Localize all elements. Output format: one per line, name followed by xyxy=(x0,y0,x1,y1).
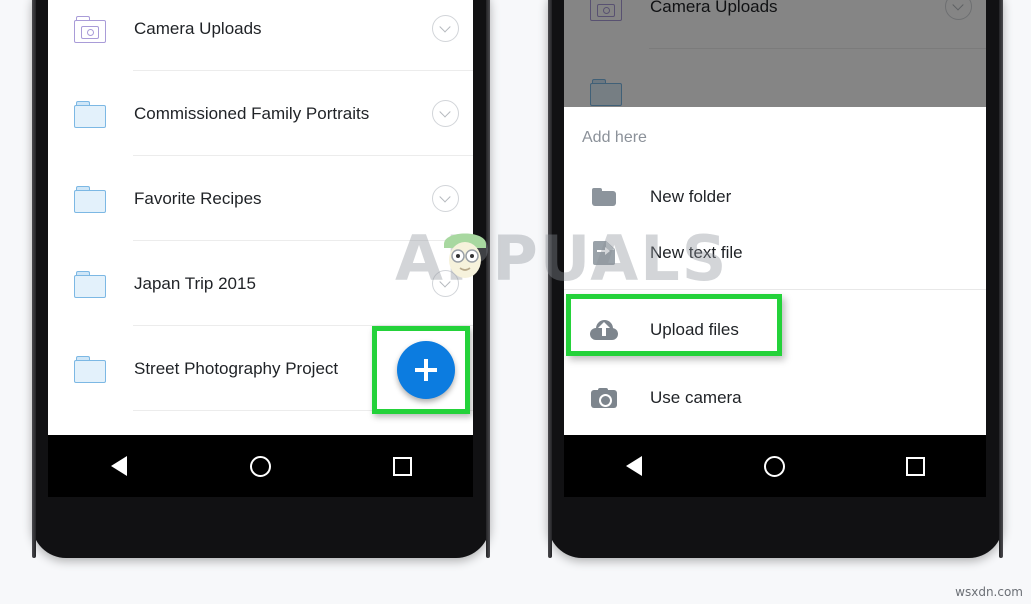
camera-folder-icon xyxy=(74,15,114,43)
add-button-highlight xyxy=(372,326,470,414)
list-item-label: Favorite Recipes xyxy=(134,188,262,208)
menu-item-label: Use camera xyxy=(650,388,742,407)
folder-icon xyxy=(74,100,114,128)
list-item[interactable]: Camera Uploads xyxy=(48,0,473,71)
folder-icon xyxy=(74,270,114,298)
cloud-upload-icon xyxy=(584,320,624,340)
phone-left: Camera Uploads Commissioned Family Portr… xyxy=(32,0,490,558)
add-button[interactable] xyxy=(397,341,455,399)
folder-icon xyxy=(74,355,114,383)
dimmed-background: Camera Uploads xyxy=(564,0,986,107)
android-navbar xyxy=(48,435,473,497)
chevron-down-icon[interactable] xyxy=(417,185,473,212)
menu-item-new-folder[interactable]: New folder xyxy=(564,169,986,225)
folder-icon xyxy=(74,185,114,213)
text-file-icon xyxy=(584,241,624,265)
folder-icon xyxy=(584,188,624,206)
phone-left-edge-left xyxy=(32,0,36,558)
back-triangle-icon xyxy=(110,456,127,476)
screenshot-stage: APPUALS Camera Uploads Commissioned Fami… xyxy=(0,0,1031,604)
sheet-title: Add here xyxy=(582,129,647,146)
phone-left-edge-right xyxy=(486,0,490,558)
list-item-label: Camera Uploads xyxy=(134,18,262,38)
list-item[interactable]: Commissioned Family Portraits xyxy=(48,71,473,156)
recents-square-icon xyxy=(906,456,926,476)
add-here-sheet: Add here New folder New text file Upload… xyxy=(564,107,986,435)
phone-right-edge-left xyxy=(548,0,552,558)
phone-left-screen: Camera Uploads Commissioned Family Portr… xyxy=(48,0,473,435)
phone-right-screen: Camera Uploads Add here New folder New t… xyxy=(564,0,986,435)
phone-right-edge-right xyxy=(999,0,1003,558)
home-circle-icon xyxy=(764,455,786,477)
menu-item-label: New folder xyxy=(650,187,732,206)
site-credit: wsxdn.com xyxy=(955,585,1023,599)
chevron-down-icon[interactable] xyxy=(417,100,473,127)
nav-back-button[interactable] xyxy=(98,445,140,487)
list-item-label: Commissioned Family Portraits xyxy=(134,103,370,123)
scrim-overlay[interactable] xyxy=(564,0,986,107)
nav-back-button[interactable] xyxy=(613,445,655,487)
menu-item-label: New text file xyxy=(650,243,743,262)
camera-icon xyxy=(584,388,624,408)
list-item-label: Japan Trip 2015 xyxy=(134,273,256,293)
nav-recents-button[interactable] xyxy=(381,445,423,487)
plus-icon xyxy=(415,359,437,381)
menu-item-upload-files[interactable]: Upload files xyxy=(564,294,986,358)
nav-home-button[interactable] xyxy=(239,445,281,487)
menu-item-new-text-file[interactable]: New text file xyxy=(564,225,986,281)
sheet-menu: New folder New text file Upload files Us… xyxy=(564,169,986,426)
list-item[interactable]: Japan Trip 2015 xyxy=(48,241,473,326)
menu-item-label: Upload files xyxy=(650,320,739,339)
recents-square-icon xyxy=(392,456,412,476)
back-triangle-icon xyxy=(626,456,643,476)
list-item[interactable]: Favorite Recipes xyxy=(48,156,473,241)
nav-recents-button[interactable] xyxy=(895,445,937,487)
menu-divider xyxy=(564,289,986,290)
android-navbar xyxy=(564,435,986,497)
chevron-down-icon[interactable] xyxy=(417,270,473,297)
nav-home-button[interactable] xyxy=(754,445,796,487)
chevron-down-icon[interactable] xyxy=(417,15,473,42)
home-circle-icon xyxy=(249,455,271,477)
menu-item-use-camera[interactable]: Use camera xyxy=(564,370,986,426)
phone-right: Camera Uploads Add here New folder New t… xyxy=(548,0,1003,558)
